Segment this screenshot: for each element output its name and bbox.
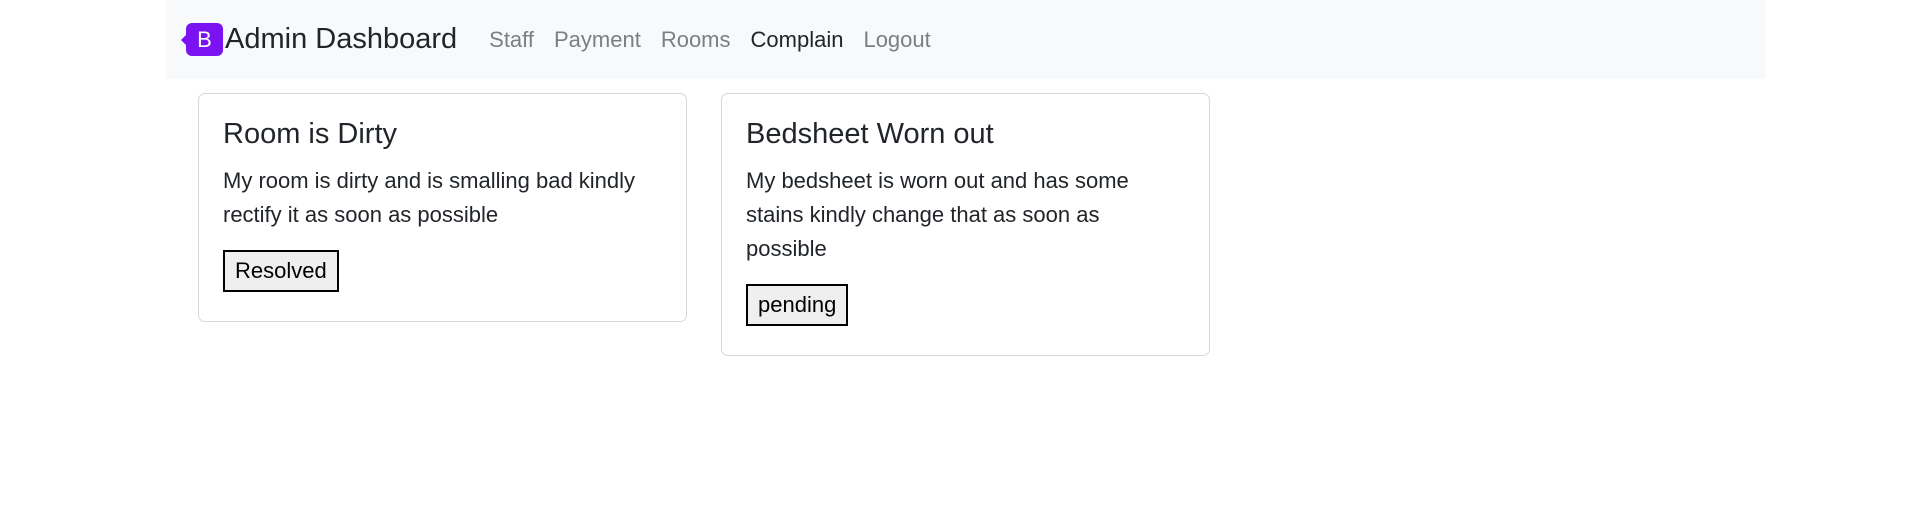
complaint-card: Room is Dirty My room is dirty and is sm…: [198, 93, 687, 322]
status-button-pending[interactable]: pending: [746, 283, 849, 327]
brand-title: Admin Dashboard: [225, 23, 458, 55]
nav-link-rooms[interactable]: Rooms: [651, 27, 741, 53]
status-button-resolved[interactable]: Resolved: [223, 249, 339, 293]
nav-link-logout[interactable]: Logout: [853, 27, 940, 53]
brand-link[interactable]: B Admin Dashboard: [181, 23, 458, 56]
complaint-card: Bedsheet Worn out My bedsheet is worn ou…: [721, 93, 1210, 356]
complaint-title: Room is Dirty: [223, 118, 398, 150]
complaint-title: Bedsheet Worn out: [746, 118, 994, 150]
bootstrap-logo-icon: B: [181, 23, 223, 56]
complaint-description: My room is dirty and is smalling bad kin…: [223, 167, 636, 227]
navbar: B Admin Dashboard Staff Payment Rooms Co…: [166, 0, 1766, 79]
page: B Admin Dashboard Staff Payment Rooms Co…: [0, 0, 1920, 527]
nav-link-staff[interactable]: Staff: [479, 27, 544, 53]
nav-links: Staff Payment Rooms Complain Logout: [479, 27, 941, 53]
complaint-description: My bedsheet is worn out and has some sta…: [746, 167, 1129, 261]
nav-link-payment[interactable]: Payment: [544, 27, 651, 53]
nav-link-complain[interactable]: Complain: [741, 27, 854, 53]
